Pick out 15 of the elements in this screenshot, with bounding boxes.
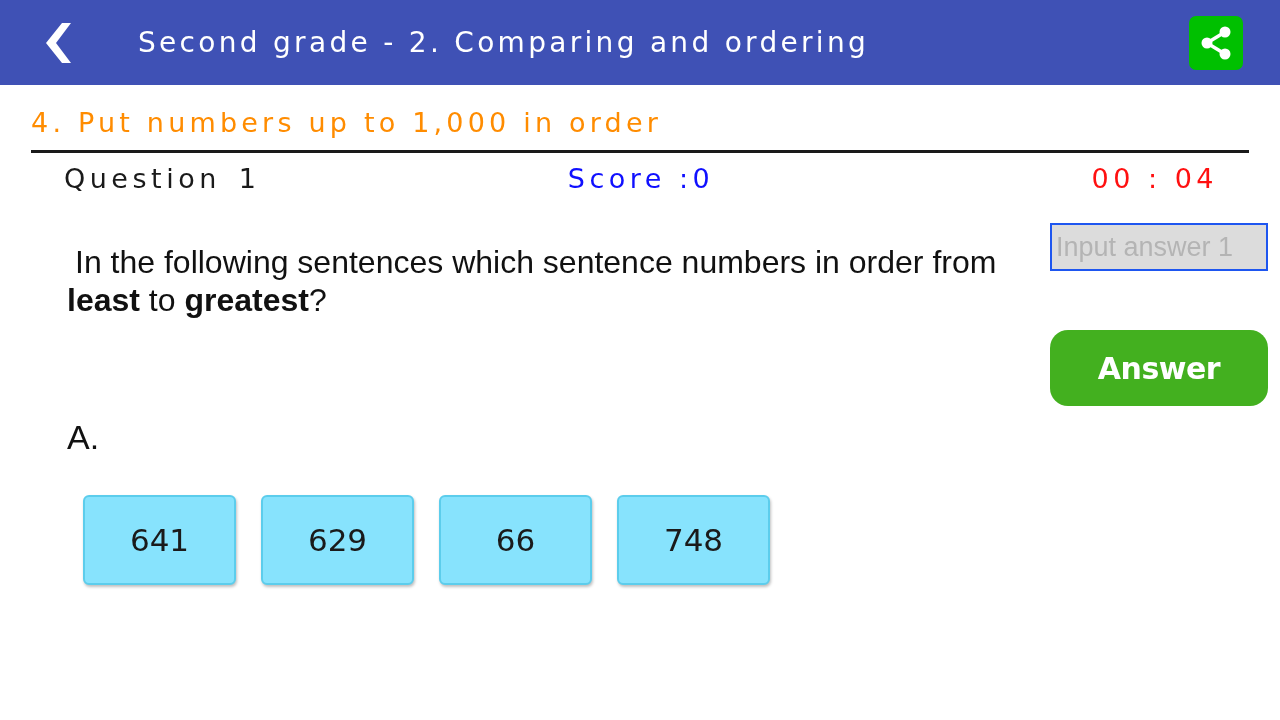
question-text: In the following sentences which sentence numbers in order from least to greatest? — [67, 243, 998, 319]
share-icon — [1200, 25, 1232, 60]
score-text: Score :0 — [567, 162, 715, 194]
number-tile[interactable]: 629 — [261, 495, 414, 585]
number-tile[interactable]: 641 — [83, 495, 236, 585]
chevron-left-icon — [44, 22, 72, 63]
question-number: 1 — [238, 162, 261, 194]
header-title: Second grade - 2. Comparing and ordering — [138, 26, 871, 59]
lesson-title: 4. Put numbers up to 1,000 in order — [31, 106, 664, 140]
number-tile[interactable]: 748 — [617, 495, 770, 585]
question-label: Question — [64, 162, 221, 194]
option-label: A. — [67, 417, 101, 457]
share-button[interactable] — [1189, 15, 1243, 70]
number-tile[interactable]: 66 — [439, 495, 592, 585]
timer-text: 00 : 04 — [1091, 162, 1218, 194]
